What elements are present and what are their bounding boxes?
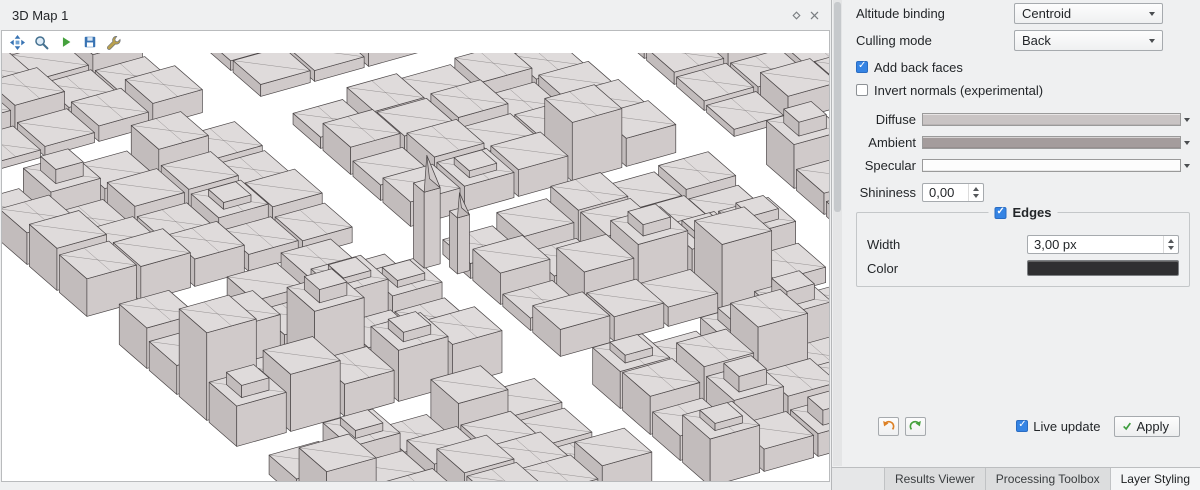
edge-color-button[interactable] [1027,260,1179,276]
live-update-label: Live update [1033,419,1100,434]
diffuse-row: Diffuse [856,112,1190,127]
edges-checkbox[interactable] [994,207,1006,219]
culling-mode-select[interactable]: Back [1014,30,1163,51]
culling-mode-value: Back [1022,33,1051,48]
altitude-binding-row: Altitude binding Centroid [856,3,1190,24]
add-back-faces-label: Add back faces [874,60,963,75]
panel-scrollbar[interactable] [833,0,842,466]
add-back-faces-row: Add back faces [856,60,1190,74]
ambient-color-button[interactable] [922,136,1181,149]
tab-layer-styling[interactable]: Layer Styling [1110,468,1200,490]
configure-icon[interactable] [105,34,122,51]
apply-check-icon [1122,421,1132,431]
add-back-faces-checkbox[interactable] [856,61,868,73]
chevron-down-icon[interactable] [1184,141,1190,145]
layer-styling-panel: Altitude binding Centroid Culling mode B… [831,0,1200,490]
3d-map-content [1,30,830,482]
spinner-arrows-icon[interactable] [1163,236,1178,253]
diffuse-label: Diffuse [856,112,922,127]
chevron-down-icon[interactable] [1184,118,1190,122]
styling-footer: Live update Apply [878,415,1180,437]
altitude-binding-value: Centroid [1022,6,1071,21]
invert-normals-label: Invert normals (experimental) [874,83,1043,98]
live-update-checkbox[interactable] [1016,420,1028,432]
edge-width-label: Width [867,237,1027,252]
layer-styling-body: Altitude binding Centroid Culling mode B… [856,0,1190,466]
diffuse-color-button[interactable] [922,113,1181,126]
edge-width-row: Width 3,00 px [867,235,1179,254]
specular-color-button[interactable] [922,159,1181,172]
tab-processing-toolbox[interactable]: Processing Toolbox [985,468,1110,490]
animations-icon[interactable] [57,34,74,51]
edges-group: Edges Width 3,00 px Color [856,212,1190,287]
3d-scene-viewport[interactable] [2,53,829,481]
float-icon[interactable] [792,11,801,20]
ambient-label: Ambient [856,135,922,150]
undo-icon [882,420,895,433]
apply-button[interactable]: Apply [1114,416,1180,437]
edge-width-spinbox[interactable]: 3,00 px [1027,235,1179,254]
camera-control-icon[interactable] [9,34,26,51]
chevron-down-icon[interactable] [1184,164,1190,168]
culling-mode-label: Culling mode [856,33,1014,48]
close-icon[interactable] [810,11,819,20]
specular-row: Specular [856,158,1190,173]
panel-scrollbar-handle[interactable] [834,2,841,212]
3d-map-toolbar [2,31,829,53]
3d-map-title: 3D Map 1 [12,8,68,23]
chevron-down-icon [1149,12,1155,16]
shininess-value: 0,00 [929,185,954,200]
zoom-full-icon[interactable] [33,34,50,51]
altitude-binding-label: Altitude binding [856,6,1014,21]
3d-map-panel: 3D Map 1 [0,0,831,482]
spinner-arrows-icon[interactable] [968,184,983,201]
ambient-row: Ambient [856,135,1190,150]
shininess-spinbox[interactable]: 0,00 [922,183,984,202]
edge-width-value: 3,00 px [1034,237,1077,252]
shininess-label: Shininess [856,185,922,200]
redo-button[interactable] [905,417,926,436]
tab-results-viewer[interactable]: Results Viewer [884,468,985,490]
specular-label: Specular [856,158,922,173]
3d-map-titlebar: 3D Map 1 [0,0,831,30]
invert-normals-row: Invert normals (experimental) [856,83,1190,97]
invert-normals-checkbox[interactable] [856,84,868,96]
3d-map-titlebar-buttons [792,11,821,20]
edges-title-label: Edges [1012,205,1051,220]
apply-button-label: Apply [1136,419,1169,434]
undo-button[interactable] [878,417,899,436]
shininess-row: Shininess 0,00 [856,183,1190,202]
bottom-tabbar: Results Viewer Processing Toolbox Layer … [832,467,1200,490]
chevron-down-icon [1149,39,1155,43]
redo-icon [909,420,922,433]
save-image-icon[interactable] [81,34,98,51]
edge-color-label: Color [867,261,1027,276]
culling-mode-row: Culling mode Back [856,30,1190,51]
live-update-control: Live update [1016,419,1100,434]
altitude-binding-select[interactable]: Centroid [1014,3,1163,24]
edge-color-row: Color [867,260,1179,276]
edges-group-title: Edges [988,205,1057,220]
